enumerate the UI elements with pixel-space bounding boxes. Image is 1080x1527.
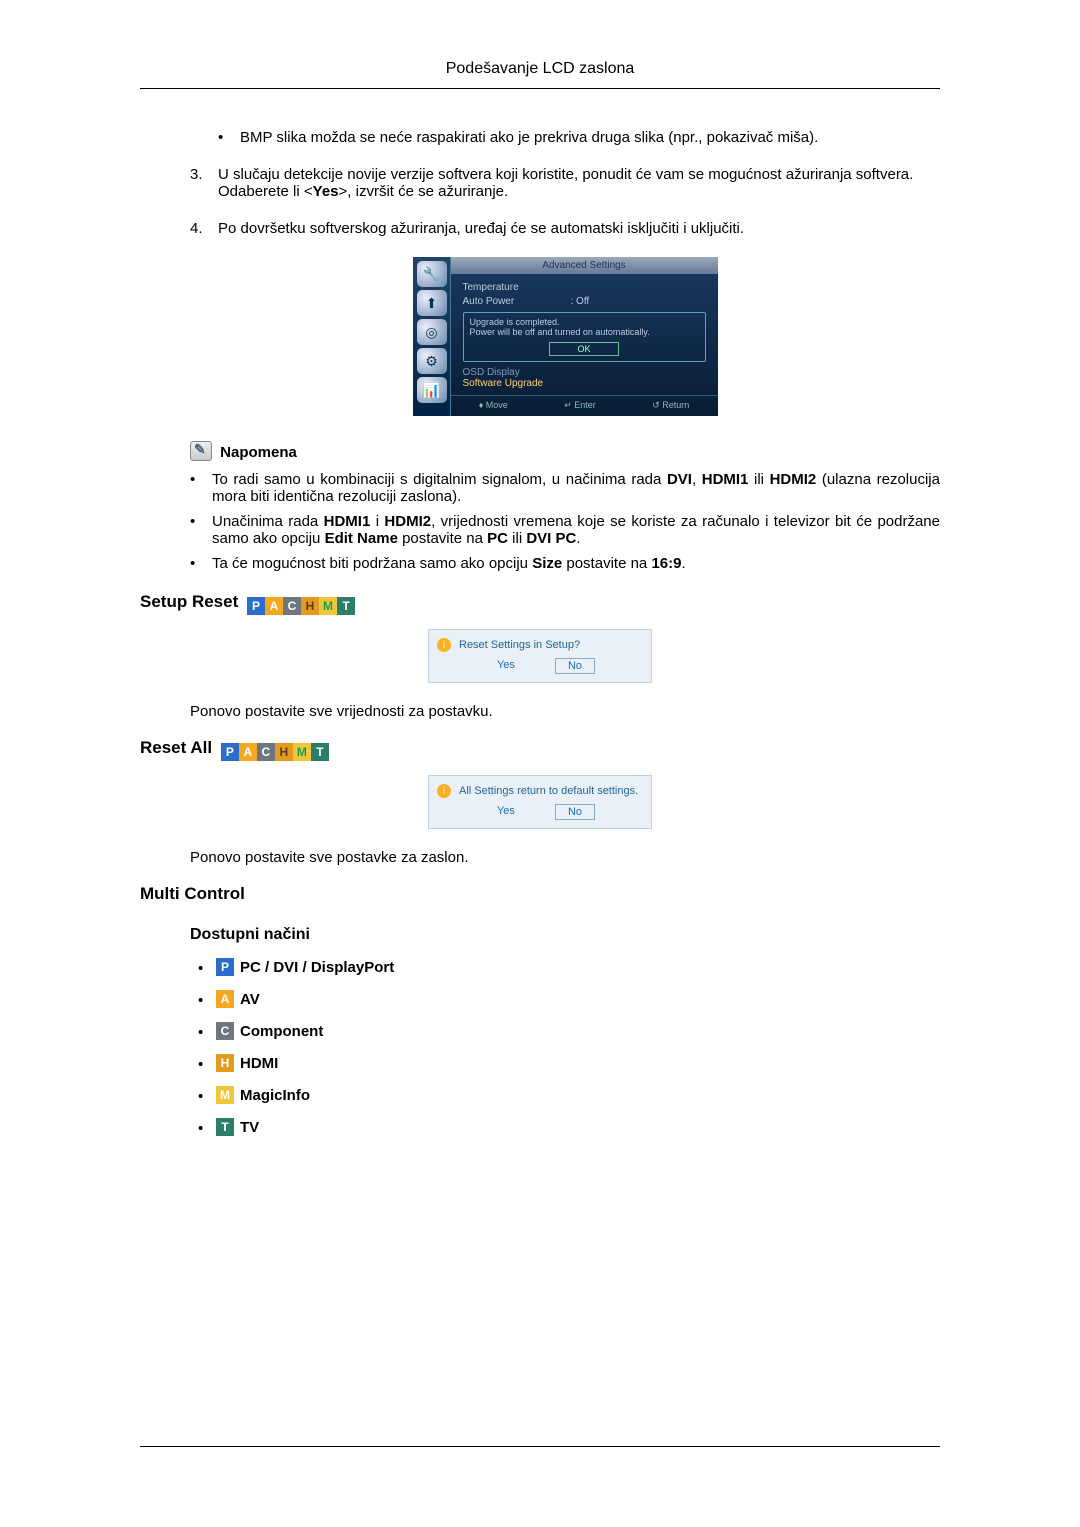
intro-bullet-list: BMP slika možda se neće raspakirati ako … — [190, 129, 940, 146]
osd-screenshot: 🔧 ⬆ ◎ ⚙ 📊 Advanced Settings Temperature … — [413, 257, 718, 416]
badges-reset-all: P A C H M T — [221, 743, 329, 761]
section-multi-control: Multi Control — [140, 884, 940, 904]
mode-item-hdmi: H HDMI — [198, 1054, 940, 1072]
osd-below-1: OSD Display — [463, 367, 706, 378]
note-item-1: To radi samo u kombinaciji s digitalnim … — [190, 471, 940, 505]
dialog-no-button[interactable]: No — [555, 658, 595, 674]
badge-a-icon: A — [239, 743, 257, 761]
badge-p-icon: P — [216, 958, 234, 976]
step-3: 3. U slučaju detekcije novije verzije so… — [190, 166, 940, 200]
dialog-reset-all: i All Settings return to default setting… — [428, 775, 652, 829]
step-4-text: Po dovršetku softverskog ažuriranja, ure… — [218, 220, 744, 237]
badge-m-icon: M — [293, 743, 311, 761]
info-icon: i — [437, 638, 451, 652]
osd-icon-3: ◎ — [417, 319, 447, 345]
mode-item-magicinfo: M MagicInfo — [198, 1086, 940, 1104]
osd-footer: ♦ Move ↵ Enter ↺ Return — [451, 395, 718, 416]
badge-h-icon: H — [275, 743, 293, 761]
step-3-num: 3. — [190, 166, 203, 183]
osd-ok-button[interactable]: OK — [549, 342, 619, 356]
badge-p-icon: P — [221, 743, 239, 761]
note-item-3: Ta će mogućnost biti podržana samo ako o… — [190, 555, 940, 572]
note-item-2: Unačinima rada HDMI1 i HDMI2, vrijednost… — [190, 513, 940, 547]
step-4: 4. Po dovršetku softverskog ažuriranja, … — [190, 220, 940, 237]
osd-side-icons: 🔧 ⬆ ◎ ⚙ 📊 — [413, 257, 451, 416]
badge-c-icon: C — [283, 597, 301, 615]
dialog-yes-button[interactable]: Yes — [485, 804, 527, 820]
step-4-num: 4. — [190, 220, 203, 237]
osd-icon-2: ⬆ — [417, 290, 447, 316]
page-title: Podešavanje LCD zaslona — [140, 60, 940, 89]
osd-footer-move: ♦ Move — [479, 400, 508, 411]
note-heading: Napomena — [190, 441, 940, 461]
osd-icon-5: 📊 — [417, 377, 447, 403]
badge-a-icon: A — [265, 597, 283, 615]
badge-p-icon: P — [247, 597, 265, 615]
mode-item-pc: P PC / DVI / DisplayPort — [198, 958, 940, 976]
reset-all-desc: Ponovo postavite sve postavke za zaslon. — [190, 849, 940, 866]
osd-below-2: Software Upgrade — [463, 378, 706, 389]
section-setup-reset: Setup Reset P A C H M T — [140, 592, 940, 615]
mode-item-component: C Component — [198, 1022, 940, 1040]
dialog-setup-reset-msg: Reset Settings in Setup? — [459, 639, 580, 651]
dialog-setup-reset: i Reset Settings in Setup? Yes No — [428, 629, 652, 683]
setup-reset-desc: Ponovo postavite sve vrijednosti za post… — [190, 703, 940, 720]
intro-bullet-item: BMP slika možda se neće raspakirati ako … — [218, 129, 940, 146]
badge-t-icon: T — [216, 1118, 234, 1136]
badge-t-icon: T — [337, 597, 355, 615]
mode-item-av: A AV — [198, 990, 940, 1008]
footer-rule — [140, 1446, 940, 1447]
dialog-no-button[interactable]: No — [555, 804, 595, 820]
dialog-yes-button[interactable]: Yes — [485, 658, 527, 674]
badge-h-icon: H — [216, 1054, 234, 1072]
osd-tab-title: Advanced Settings — [451, 257, 718, 274]
step-3-text: U slučaju detekcije novije verzije softv… — [218, 166, 913, 200]
badge-t-icon: T — [311, 743, 329, 761]
osd-icon-1: 🔧 — [417, 261, 447, 287]
badge-c-icon: C — [216, 1022, 234, 1040]
mode-item-tv: T TV — [198, 1118, 940, 1136]
badge-m-icon: M — [216, 1086, 234, 1104]
info-icon: i — [437, 784, 451, 798]
badge-h-icon: H — [301, 597, 319, 615]
dialog-reset-all-msg: All Settings return to default settings. — [459, 785, 638, 797]
section-reset-all: Reset All P A C H M T — [140, 738, 940, 761]
osd-row-temperature: Temperature — [463, 282, 706, 293]
badges-setup-reset: P A C H M T — [247, 597, 355, 615]
mode-list: P PC / DVI / DisplayPort A AV C Componen… — [198, 958, 940, 1136]
osd-icon-4: ⚙ — [417, 348, 447, 374]
osd-footer-return: ↺ Return — [652, 400, 689, 411]
steps-list: 3. U slučaju detekcije novije verzije so… — [190, 166, 940, 237]
osd-message-box: Upgrade is completed. Power will be off … — [463, 312, 706, 362]
badge-m-icon: M — [319, 597, 337, 615]
note-icon — [190, 441, 212, 461]
osd-footer-enter: ↵ Enter — [564, 400, 596, 411]
badge-c-icon: C — [257, 743, 275, 761]
osd-row-autopower: Auto Power: Off — [463, 296, 706, 307]
sub-heading-modes: Dostupni načini — [190, 926, 940, 944]
badge-a-icon: A — [216, 990, 234, 1008]
